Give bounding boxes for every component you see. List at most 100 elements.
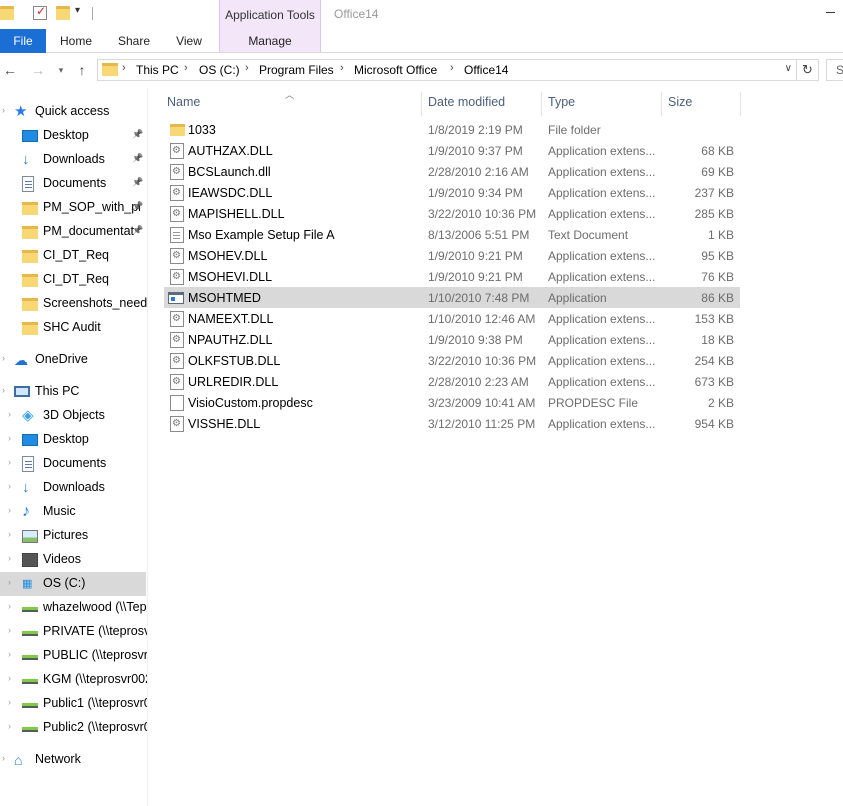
nav-item-onedrive[interactable]: › ☁ OneDrive (0, 348, 146, 372)
folder-icon[interactable] (0, 6, 14, 20)
column-header-size[interactable]: Size (662, 92, 741, 116)
chevron-right-icon[interactable]: › (8, 481, 11, 491)
chevron-right-icon[interactable]: › (450, 62, 454, 74)
recent-locations-icon[interactable]: ▾ (53, 62, 69, 78)
chevron-down-icon[interactable]: ∨ (785, 63, 792, 74)
tab-manage[interactable]: Manage (219, 29, 321, 53)
pin-icon[interactable]: 📌 (132, 225, 143, 236)
chevron-right-icon[interactable]: › (8, 457, 11, 467)
file-row[interactable]: VisioCustom.propdesc 3/23/2009 10:41 AM PR… (164, 392, 740, 413)
pin-icon[interactable]: 📌 (132, 201, 143, 212)
chevron-right-icon[interactable]: › (8, 721, 11, 731)
nav-item-private-teprosvr[interactable]: › PRIVATE (\\teprosvr (0, 620, 147, 644)
nav-item-public1-teprosvr0[interactable]: › Public1 (\\teprosvr0 (0, 692, 147, 716)
nav-item-os-c[interactable]: › ▦ OS (C:) (0, 572, 146, 596)
chevron-right-icon[interactable]: › (8, 529, 11, 539)
file-row[interactable]: 1033 1/8/2019 2:19 PM File folder (164, 119, 740, 140)
chevron-right-icon[interactable]: › (8, 409, 11, 419)
nav-item-documents[interactable]: › Documents (0, 452, 146, 476)
chevron-right-icon[interactable]: › (2, 385, 5, 395)
file-row[interactable]: MSOHEV.DLL 1/9/2010 9:21 PM Application ex… (164, 245, 740, 266)
column-header-type[interactable]: Type (542, 92, 662, 116)
nav-item-desktop[interactable]: › Desktop (0, 428, 146, 452)
tab-file[interactable]: File (0, 29, 46, 53)
file-row[interactable]: OLKFSTUB.DLL 3/22/2010 10:36 PM Applicatio… (164, 350, 740, 371)
nav-item-whazelwood-tep[interactable]: › whazelwood (\\Tep (0, 596, 147, 620)
chevron-right-icon[interactable]: › (8, 433, 11, 443)
file-row[interactable]: BCSLaunch.dll 2/28/2010 2:16 AM Applicatio… (164, 161, 740, 182)
pin-icon[interactable]: 📌 (132, 177, 143, 188)
pin-icon[interactable]: 📌 (132, 129, 143, 140)
nav-item-pictures[interactable]: › Pictures (0, 524, 146, 548)
breadcrumb-office14[interactable]: Office14 (464, 63, 508, 77)
minimize-icon[interactable] (823, 2, 837, 16)
tab-share[interactable]: Share (110, 29, 158, 53)
forward-arrow-icon[interactable]: → (30, 62, 46, 78)
chevron-right-icon[interactable]: › (8, 649, 11, 659)
chevron-right-icon[interactable]: › (245, 62, 249, 74)
nav-item-ci-dt-req[interactable]: CI_DT_Req (0, 244, 146, 268)
chevron-right-icon[interactable]: › (8, 673, 11, 683)
file-row[interactable]: MAPISHELL.DLL 3/22/2010 10:36 PM Applicati… (164, 203, 740, 224)
column-header-name[interactable]: Name (161, 92, 422, 116)
nav-item-label: whazelwood (\\Tep (43, 600, 147, 614)
nav-item-documents[interactable]: Documents 📌 (0, 172, 146, 196)
nav-item-pm-sop-with-pi[interactable]: PM_SOP_with_pi 📌 (0, 196, 146, 220)
file-row[interactable]: VISSHE.DLL 3/12/2010 11:25 PM Application … (164, 413, 740, 434)
tab-view[interactable]: View (166, 29, 212, 53)
chevron-right-icon[interactable]: › (122, 62, 126, 74)
nav-item-3d-objects[interactable]: › ◈ 3D Objects (0, 404, 146, 428)
chevron-right-icon[interactable]: › (8, 697, 11, 707)
up-arrow-icon[interactable]: ↑ (74, 62, 90, 78)
file-row[interactable]: Mso Example Setup File A 8/13/2006 5:51 P… (164, 224, 740, 245)
nav-item-kgm-teprosvr002[interactable]: › KGM (\\teprosvr002 (0, 668, 147, 692)
tab-home[interactable]: Home (50, 29, 102, 53)
chevron-right-icon[interactable]: › (184, 62, 188, 74)
customize-toolbar-icon[interactable]: ▾ (75, 5, 80, 16)
file-row[interactable]: NPAUTHZ.DLL 1/9/2010 9:38 PM Application e… (164, 329, 740, 350)
properties-icon[interactable] (33, 4, 47, 20)
chevron-right-icon[interactable]: › (8, 505, 11, 515)
file-row[interactable]: MSOHEVI.DLL 1/9/2010 9:21 PM Application e… (164, 266, 740, 287)
file-row[interactable]: NAMEEXT.DLL 1/10/2010 12:46 AM Application… (164, 308, 740, 329)
file-row[interactable]: AUTHZAX.DLL 1/9/2010 9:37 PM Application e… (164, 140, 740, 161)
nav-item-videos[interactable]: › Videos (0, 548, 146, 572)
address-bar[interactable]: › This PC › OS (C:) › Program Files › Mi… (97, 59, 797, 81)
nav-item-shc-audit[interactable]: SHC Audit (0, 316, 146, 340)
breadcrumb-os-c[interactable]: OS (C:) (199, 63, 240, 77)
nav-item-downloads[interactable]: › ↓ Downloads (0, 476, 146, 500)
nav-item-screenshots-needec[interactable]: Screenshots_needec (0, 292, 147, 316)
nav-item-downloads[interactable]: ↓ Downloads 📌 (0, 148, 146, 172)
nav-item-ci-dt-req[interactable]: CI_DT_Req (0, 268, 146, 292)
nav-item-public-teprosvr0[interactable]: › PUBLIC (\\teprosvr0 (0, 644, 147, 668)
chevron-right-icon[interactable]: › (2, 353, 5, 363)
nav-item-public2-teprosvr0[interactable]: › Public2 (\\teprosvr0 (0, 716, 147, 740)
chevron-right-icon[interactable]: › (8, 625, 11, 635)
nav-item-network[interactable]: › ⌂ Network (0, 748, 146, 772)
navigation-bar: ← → ▾ ↑ › This PC › OS (C:) › Program Fi… (0, 53, 843, 87)
chevron-right-icon[interactable]: › (340, 62, 344, 74)
nav-item-pm-documentat[interactable]: PM_documentat 📌 (0, 220, 146, 244)
column-header-date-modified[interactable]: Date modified (422, 92, 542, 116)
new-folder-icon[interactable] (56, 6, 70, 20)
breadcrumb-this-pc[interactable]: This PC (136, 63, 179, 77)
chevron-right-icon[interactable]: › (8, 577, 11, 587)
back-arrow-icon[interactable]: ← (2, 62, 18, 78)
chevron-right-icon[interactable]: › (8, 553, 11, 563)
chevron-right-icon[interactable]: › (2, 105, 5, 115)
chevron-right-icon[interactable]: › (8, 601, 11, 611)
file-row[interactable]: MSOHTMED 1/10/2010 7:48 PM Application 86 K… (164, 287, 740, 308)
chevron-right-icon[interactable]: › (2, 753, 5, 763)
breadcrumb-microsoft-office[interactable]: Microsoft Office (354, 63, 437, 77)
nav-item-music[interactable]: › ♪ Music (0, 500, 146, 524)
pin-icon[interactable]: 📌 (132, 153, 143, 164)
breadcrumb-program-files[interactable]: Program Files (259, 63, 334, 77)
refresh-button[interactable]: ↻ (797, 59, 819, 81)
file-row[interactable]: IEAWSDC.DLL 1/9/2010 9:34 PM Application e… (164, 182, 740, 203)
nav-item-this-pc[interactable]: › This PC (0, 380, 146, 404)
file-row[interactable]: URLREDIR.DLL 2/28/2010 2:23 AM Application… (164, 371, 740, 392)
title-bar: ▾ Application Tools Office14 (0, 0, 843, 52)
nav-item-desktop[interactable]: Desktop 📌 (0, 124, 146, 148)
nav-item-quick-access[interactable]: › ★ Quick access (0, 100, 146, 124)
search-input[interactable]: S (826, 59, 843, 81)
